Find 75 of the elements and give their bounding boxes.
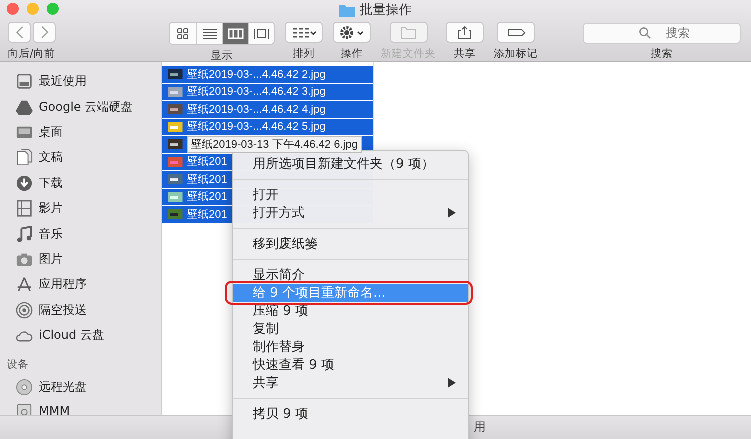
file-row[interactable]: 壁纸2019-03-13 下午4.46.42 6.jpg	[162, 136, 373, 154]
toolbar-label: 搜索	[651, 47, 673, 61]
filename-tooltip: 壁纸2019-03-13 下午4.46.42 6.jpg	[187, 136, 362, 153]
file-name: 壁纸2019-03-...4.46.42 4.jpg	[187, 102, 326, 117]
menu-item[interactable]: 共享	[233, 374, 468, 392]
toolbar-label: 排列	[293, 47, 315, 61]
sidebar-item[interactable]: iCloud 云盘	[0, 322, 161, 348]
download-icon	[16, 174, 33, 192]
search-icon	[639, 26, 651, 38]
sidebar-item[interactable]: 影片	[0, 196, 161, 222]
sidebar-item[interactable]: Google 云端硬盘	[0, 94, 161, 120]
sidebar-item[interactable]: 隔空投送	[0, 298, 161, 323]
film-icon	[16, 200, 33, 218]
view-mode-button[interactable]	[248, 23, 274, 44]
chevron-right-icon	[40, 26, 48, 39]
sidebar-item[interactable]: 桌面	[0, 120, 161, 146]
share-button[interactable]	[446, 22, 484, 43]
column-view-icon	[228, 28, 244, 40]
menu-item[interactable]: 打开	[233, 186, 468, 204]
arrange-icon	[291, 26, 317, 40]
sidebar-item[interactable]: 文稿	[0, 145, 161, 171]
chevron-left-icon	[16, 26, 24, 39]
tag-button[interactable]	[497, 22, 535, 43]
toolbar-label: 共享	[454, 47, 476, 61]
toolbar-label: 操作	[341, 47, 363, 61]
menu-item[interactable]: 复制	[233, 320, 468, 338]
toolbar-label: 向后/向前	[8, 47, 56, 61]
view-mode-button[interactable]	[222, 23, 248, 44]
tray-icon	[16, 73, 33, 90]
menu-item[interactable]: 移到废纸篓	[233, 235, 468, 253]
sidebar-item[interactable]: 应用程序	[0, 272, 161, 298]
airdrop-icon	[16, 302, 33, 319]
file-name: 壁纸201	[187, 190, 228, 204]
grid-view-icon	[175, 28, 191, 40]
toolbar-label: 添加标记	[494, 47, 538, 61]
file-row[interactable]: 壁纸2019-03-...4.46.42 5.jpg	[162, 118, 373, 136]
window-title: 批量操作	[360, 2, 412, 19]
status-text: 用	[474, 419, 486, 436]
sidebar-item[interactable]: 下载	[0, 170, 161, 196]
close-button[interactable]	[7, 3, 19, 15]
list-view-icon	[202, 28, 218, 40]
action-button[interactable]	[333, 22, 371, 43]
menu-item[interactable]: 拷贝 9 项	[233, 405, 468, 423]
gallery-view-icon	[254, 28, 270, 40]
file-name: 壁纸2019-03-...4.46.42 3.jpg	[187, 84, 326, 100]
forward-button[interactable]	[33, 22, 56, 43]
file-name: 壁纸2019-03-...4.46.42 2.jpg	[187, 68, 326, 82]
sidebar-item[interactable]: 图片	[0, 246, 161, 272]
toolbar-label: 显示	[211, 49, 233, 63]
file-row[interactable]: 壁纸2019-03-...4.46.42 4.jpg	[162, 101, 373, 118]
file-name: 壁纸201	[187, 208, 228, 222]
file-row[interactable]: 壁纸2019-03-...4.46.42 3.jpg	[162, 84, 373, 101]
documents-icon	[16, 149, 33, 166]
menu-item[interactable]: 压缩 9 项	[233, 302, 468, 320]
search-field[interactable]: 搜索	[583, 22, 741, 44]
sidebar-item[interactable]: 音乐	[0, 221, 161, 247]
folder-icon	[339, 4, 355, 16]
music-note-icon	[16, 226, 33, 243]
disc-icon	[16, 378, 33, 396]
file-name: 壁纸201	[187, 172, 228, 187]
apps-icon	[16, 276, 33, 294]
gear-icon	[339, 26, 365, 40]
sidebar-item[interactable]: 远程光盘	[0, 375, 161, 400]
file-row[interactable]: 壁纸2019-03-...4.46.42 2.jpg	[162, 66, 373, 84]
arrange-button[interactable]	[285, 22, 323, 43]
file-name: 壁纸201	[187, 154, 228, 170]
menu-item[interactable]: 用所选项目新建文件夹（9 项）	[233, 155, 468, 173]
menu-item[interactable]: 打开方式	[233, 204, 468, 222]
back-button[interactable]	[8, 22, 31, 43]
file-name: 壁纸2019-03-...4.46.42 5.jpg	[187, 120, 326, 134]
sidebar-heading: 设备	[6, 358, 30, 374]
menu-item[interactable]: 快速查看 9 项	[233, 356, 468, 374]
menu-item[interactable]: 显示简介	[233, 266, 468, 284]
menu-item[interactable]: 制作替身	[233, 338, 468, 356]
sidebar-item[interactable]: 最近使用	[0, 69, 161, 94]
